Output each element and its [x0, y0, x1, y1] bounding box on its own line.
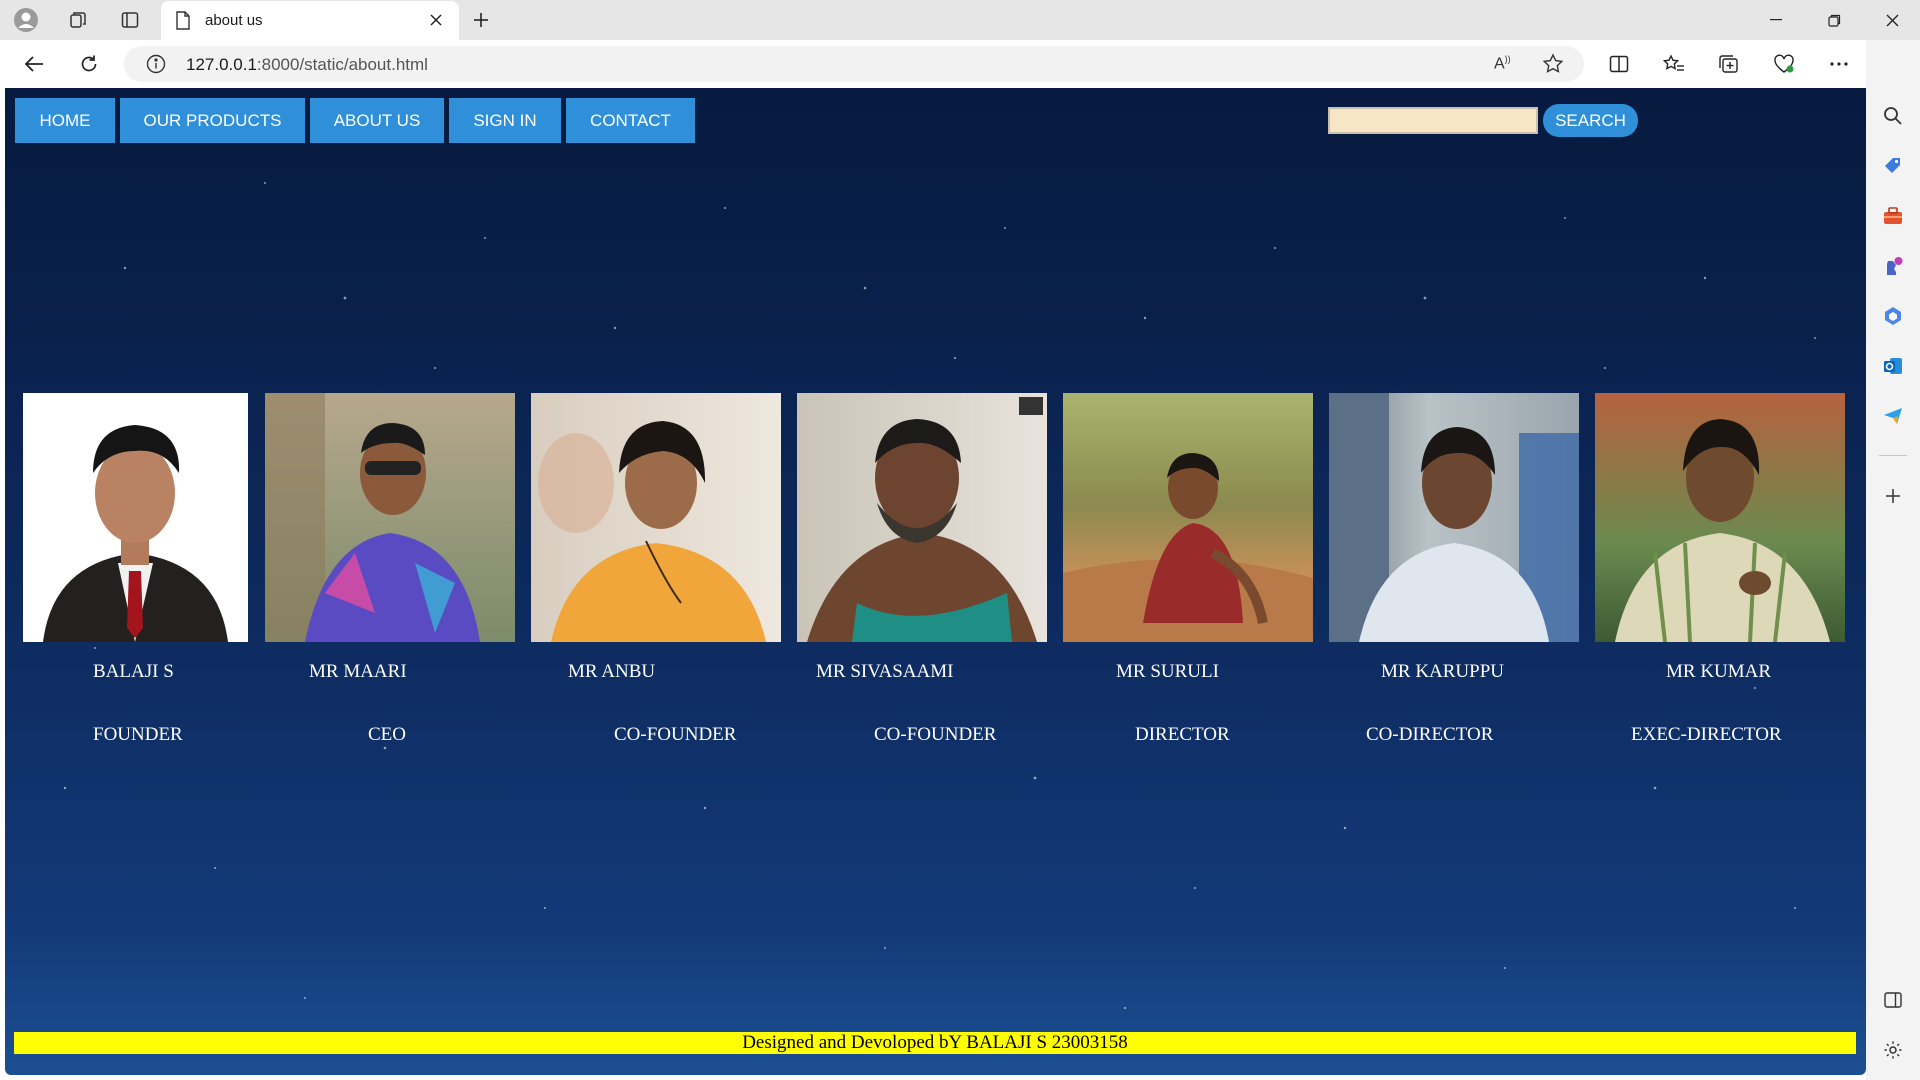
settings-gear-icon[interactable]: [1877, 1034, 1909, 1066]
profile-icon[interactable]: [10, 6, 42, 34]
read-aloud-icon[interactable]: A)): [1494, 54, 1511, 73]
team-name-4: MR SIVASAAMI: [816, 661, 954, 682]
new-tab-icon[interactable]: [467, 6, 495, 34]
menu-about-us[interactable]: ABOUT US: [310, 98, 444, 143]
back-icon[interactable]: [17, 48, 51, 80]
team-role-1: FOUNDER: [93, 724, 183, 745]
hide-sidebar-icon[interactable]: [1877, 984, 1909, 1016]
menu-contact[interactable]: CONTACT: [566, 98, 695, 143]
games-icon[interactable]: [1877, 250, 1909, 282]
close-tab-icon[interactable]: [425, 9, 447, 31]
team-name-6: MR KARUPPU: [1381, 661, 1505, 682]
browser-toolbar: 127.0.0.1:8000/static/about.html A)): [0, 40, 1920, 88]
address-bar[interactable]: 127.0.0.1:8000/static/about.html A)): [124, 46, 1584, 82]
menu-home[interactable]: HOME: [15, 98, 115, 143]
add-sidebar-app-icon[interactable]: [1877, 480, 1909, 512]
split-screen-icon[interactable]: [1602, 48, 1636, 80]
tab-title: about us: [205, 12, 263, 29]
shopping-tag-icon[interactable]: [1877, 150, 1909, 182]
telegram-send-icon[interactable]: [1877, 400, 1909, 432]
minimize-icon[interactable]: [1748, 0, 1804, 40]
tools-briefcase-icon[interactable]: [1877, 200, 1909, 232]
browser-titlebar: about us: [0, 0, 1920, 40]
team-photo-maari: [265, 393, 515, 642]
favorite-star-icon[interactable]: [1542, 53, 1564, 80]
team-role-5: DIRECTOR: [1135, 724, 1230, 745]
workspaces-icon[interactable]: [62, 6, 94, 34]
restore-icon[interactable]: [1806, 0, 1862, 40]
team-photo-sivasaami: [797, 393, 1047, 642]
team-name-5: MR SURULI: [1116, 661, 1219, 682]
url-text: 127.0.0.1:8000/static/about.html: [186, 55, 428, 74]
favorites-icon[interactable]: [1657, 48, 1691, 80]
browser-essentials-icon[interactable]: [1767, 48, 1801, 80]
browser-sidebar: [1866, 40, 1920, 1080]
microsoft-365-icon[interactable]: [1877, 300, 1909, 332]
more-options-icon[interactable]: [1822, 48, 1856, 80]
team-photo-suruli: [1063, 393, 1313, 642]
team-role-7: EXEC-DIRECTOR: [1631, 724, 1782, 745]
outlook-icon[interactable]: [1877, 350, 1909, 382]
team-photo-balaji: [23, 393, 248, 642]
team-photo-kumar: [1595, 393, 1845, 642]
search-input[interactable]: [1328, 107, 1538, 134]
team-photo-anbu: [531, 393, 781, 642]
team-name-3: MR ANBU: [568, 661, 656, 682]
close-window-icon[interactable]: [1864, 0, 1920, 40]
refresh-icon[interactable]: [72, 48, 106, 80]
site-info-icon[interactable]: [146, 54, 166, 79]
team-role-2: CEO: [368, 724, 406, 745]
team-name-1: BALAJI S: [93, 661, 174, 682]
team-photo-karuppu: [1329, 393, 1579, 642]
page-viewport: HOME OUR PRODUCTS ABOUT US SIGN IN CONTA…: [5, 88, 1866, 1075]
browser-tab-active[interactable]: about us: [161, 1, 459, 40]
menu-sign-in[interactable]: SIGN IN: [449, 98, 561, 143]
main-menu: HOME OUR PRODUCTS ABOUT US SIGN IN CONTA…: [15, 98, 700, 143]
menu-our-products[interactable]: OUR PRODUCTS: [120, 98, 305, 143]
page-icon: [175, 11, 191, 35]
search-icon[interactable]: [1877, 100, 1909, 132]
search-button[interactable]: SEARCH: [1543, 104, 1638, 137]
page-footer: Designed and Devoloped bY BALAJI S 23003…: [14, 1032, 1856, 1054]
team-role-4: CO-FOUNDER: [874, 724, 997, 745]
team-role-3: CO-FOUNDER: [614, 724, 737, 745]
collections-icon[interactable]: [1712, 48, 1746, 80]
team-name-2: MR MAARI: [309, 661, 407, 682]
sidebar-divider: [1879, 455, 1907, 456]
team-role-6: CO-DIRECTOR: [1366, 724, 1494, 745]
tab-actions-icon[interactable]: [114, 6, 146, 34]
team-name-7: MR KUMAR: [1666, 661, 1772, 682]
